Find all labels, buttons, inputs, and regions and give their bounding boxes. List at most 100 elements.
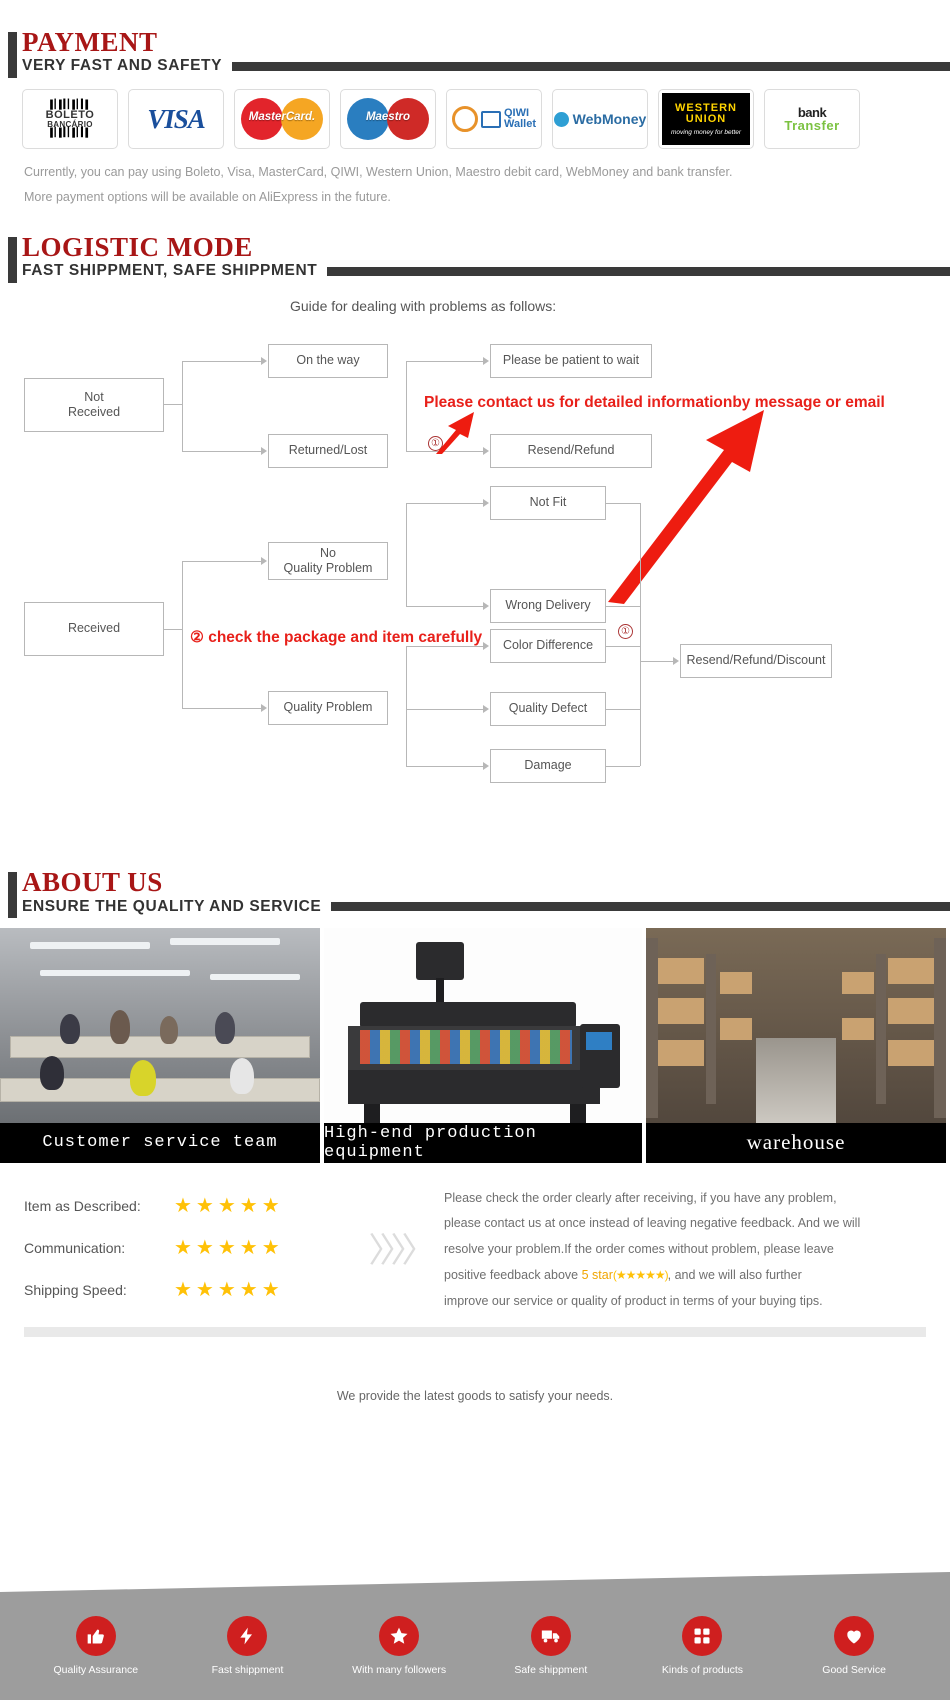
logistic-section: LOGISTIC MODE FAST SHIPPMENT, SAFE SHIPP… <box>0 231 950 846</box>
flow-box-received: Received <box>24 602 164 657</box>
flow-line <box>640 661 674 663</box>
feature-quality-assurance[interactable]: Quality Assurance <box>31 1616 161 1676</box>
printed-sheet <box>360 1029 572 1064</box>
carton-box <box>842 1017 874 1040</box>
feedback-line4-post: , and we will also further <box>667 1267 802 1282</box>
flow-arrow <box>483 602 489 611</box>
flow-line <box>182 708 262 710</box>
maestro-label: Maestro <box>365 111 411 124</box>
carton-box <box>720 971 752 994</box>
payment-subtitle: VERY FAST AND SAFETY <box>22 57 223 75</box>
feedback-5star-highlight: 5 star <box>581 1267 613 1282</box>
payment-note-line1: Currently, you can pay using Boleto, Vis… <box>24 165 733 180</box>
feature-label: Fast shippment <box>211 1664 284 1676</box>
flow-arrow <box>483 642 489 651</box>
feature-label: Quality Assurance <box>53 1664 139 1676</box>
flow-arrow <box>261 557 267 566</box>
logistic-subtitle: FAST SHIPPMENT, SAFE SHIPPMENT <box>22 262 318 280</box>
payment-logo-bank-transfer[interactable]: bank Transfer <box>764 89 860 150</box>
flow-line <box>406 709 484 711</box>
feature-good-service[interactable]: Good Service <box>789 1616 919 1676</box>
visa-label: VISA <box>147 103 206 134</box>
ratings-section: Item as Described: ★★★★★ Communication: … <box>0 1179 950 1318</box>
flow-line <box>406 766 484 768</box>
flow-arrow <box>483 705 489 714</box>
about-us-section: ABOUT US ENSURE THE QUALITY AND SERVICE … <box>0 867 950 1163</box>
flow-line <box>182 451 262 453</box>
carton-box <box>658 997 704 1024</box>
feature-label: Kinds of products <box>661 1664 744 1676</box>
feedback-text: Please check the order clearly after rec… <box>444 1179 926 1318</box>
flow-line <box>640 503 641 767</box>
red-arrow-small-icon <box>436 412 474 455</box>
feature-safe-shippment[interactable]: Safe shippment <box>486 1616 616 1676</box>
rating-label: Shipping Speed: <box>24 1281 127 1298</box>
logistics-flowchart: Guide for dealing with problems as follo… <box>0 286 950 846</box>
carton-box <box>888 1039 934 1066</box>
flow-line <box>182 561 262 563</box>
flowchart-title: Guide for dealing with problems as follo… <box>290 298 557 315</box>
rating-stars: ★★★★★ <box>174 1279 284 1302</box>
carton-box <box>720 1017 752 1040</box>
logistic-header: LOGISTIC MODE FAST SHIPPMENT, SAFE SHIPP… <box>0 231 950 283</box>
feature-fast-shippment[interactable]: Fast shippment <box>182 1616 312 1676</box>
flow-line <box>406 503 407 607</box>
flow-line <box>406 361 407 452</box>
wallet-icon <box>481 110 501 128</box>
barcode-icon-bottom: ▌▎▌▍▎▌▎▍▌ <box>50 127 91 138</box>
flow-line <box>406 646 407 767</box>
flow-line <box>606 503 640 505</box>
payment-logo-boleto[interactable]: ▌▎▌▍▎▌▎▍▌ BOLETO BANCÁRIO ▌▎▌▍▎▌▎▍▌ <box>22 89 118 150</box>
flow-line <box>606 766 640 768</box>
about-title: ABOUT US <box>22 867 163 898</box>
desk <box>10 1035 310 1058</box>
truck-icon <box>530 1616 571 1656</box>
flow-line <box>182 361 183 452</box>
flow-line <box>606 646 640 648</box>
logistic-title: LOGISTIC MODE <box>22 231 253 262</box>
red-arrow-large-icon <box>608 410 764 605</box>
webmoney-label: WebMoney <box>572 111 647 128</box>
payment-logo-qiwi[interactable]: QIWI Wallet <box>446 89 542 150</box>
person <box>60 1013 80 1044</box>
flow-line <box>606 606 640 608</box>
header-accent-bar <box>8 872 17 919</box>
person <box>230 1057 254 1094</box>
carton-box <box>888 997 934 1024</box>
rack <box>646 937 658 1118</box>
payment-logo-western-union[interactable]: WESTERN UNION moving money for better <box>658 89 754 150</box>
flow-box-on-the-way: On the way <box>268 344 388 379</box>
heart-icon <box>834 1616 875 1656</box>
person <box>215 1011 235 1044</box>
payment-logo-webmoney[interactable]: WebMoney <box>552 89 648 150</box>
page-title: PAYMENT <box>22 27 158 57</box>
flow-line <box>164 629 182 631</box>
rack <box>706 953 716 1104</box>
rating-label: Communication: <box>24 1239 126 1256</box>
payment-logo-visa[interactable]: VISA <box>128 89 224 150</box>
feedback-line1: Please check the order clearly after rec… <box>444 1190 837 1205</box>
printer-gantry-post <box>436 977 444 1004</box>
payment-logo-mastercard[interactable]: MasterCard. <box>234 89 330 150</box>
flow-line <box>182 561 183 709</box>
feature-kinds-of-products[interactable]: Kinds of products <box>637 1616 767 1676</box>
flow-box-quality-problem: Quality Problem <box>268 691 388 726</box>
carton-box <box>842 971 874 994</box>
feature-label: Safe shippment <box>514 1664 588 1676</box>
features-section: Quality Assurance Fast shippment With ma… <box>0 1572 950 1700</box>
payment-logos-row: ▌▎▌▍▎▌▎▍▌ BOLETO BANCÁRIO ▌▎▌▍▎▌▎▍▌ VISA… <box>0 75 950 150</box>
flow-line <box>164 404 182 406</box>
rating-row-shipping-speed: Shipping Speed: ★★★★★ <box>24 1269 354 1311</box>
feedback-line4: positive feedback above 5 star(★★★★★), a… <box>444 1266 926 1285</box>
wu-tagline: moving money for better <box>670 128 742 136</box>
features-wedge <box>0 1572 950 1592</box>
feature-label: With many followers <box>352 1664 447 1676</box>
flow-marker-2: ① <box>618 624 633 640</box>
rating-list: Item as Described: ★★★★★ Communication: … <box>24 1179 354 1318</box>
printer-screen <box>586 1031 612 1050</box>
feature-with-many-followers[interactable]: With many followers <box>334 1616 464 1676</box>
header-rule <box>331 902 950 912</box>
photo-caption: warehouse <box>646 1122 946 1163</box>
payment-logo-maestro[interactable]: Maestro <box>340 89 436 150</box>
flow-box-returned-lost: Returned/Lost <box>268 434 388 469</box>
